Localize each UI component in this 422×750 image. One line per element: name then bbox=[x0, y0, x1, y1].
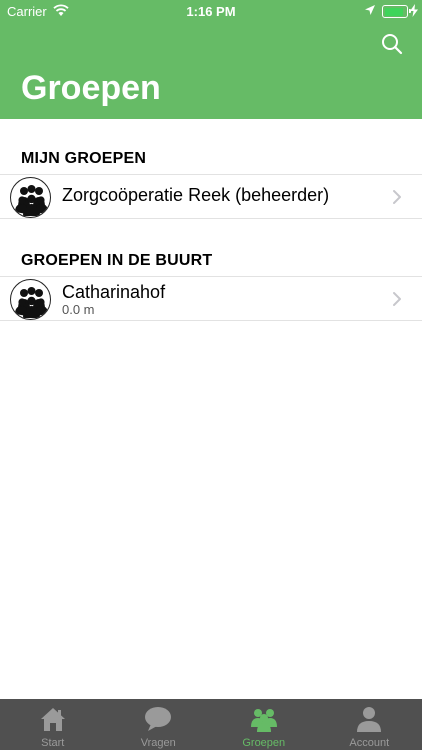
status-bar: Carrier 1:16 PM bbox=[0, 0, 422, 24]
list-item[interactable]: Catharinahof 0.0 m bbox=[0, 276, 422, 321]
group-name: Zorgcoöperatie Reek (beheerder) bbox=[62, 185, 330, 205]
section-header-nearby-groups: GROEPEN IN DE BUURT bbox=[21, 252, 213, 269]
search-icon[interactable] bbox=[381, 33, 403, 55]
tab-groepen[interactable]: Groepen bbox=[211, 699, 317, 750]
tab-bar: Start Vragen Groepen Account bbox=[0, 699, 422, 750]
group-avatar-icon bbox=[10, 279, 51, 320]
section-header-my-groups: MIJN GROEPEN bbox=[21, 150, 147, 167]
chevron-right-icon bbox=[393, 190, 401, 204]
groups-icon bbox=[250, 709, 277, 732]
battery-icon bbox=[382, 5, 411, 18]
chevron-right-icon bbox=[393, 292, 401, 306]
group-name: Catharinahof bbox=[62, 282, 166, 302]
list-item[interactable]: Zorgcoöperatie Reek (beheerder) bbox=[0, 174, 422, 219]
tab-label: Account bbox=[349, 737, 390, 749]
location-arrow-icon bbox=[365, 5, 375, 15]
charging-bolt-icon bbox=[410, 4, 418, 17]
tab-label: Start bbox=[41, 737, 65, 749]
page-title: Groepen bbox=[21, 69, 161, 107]
group-list: MIJN GROEPEN Zorgcoöperatie Reek (beheer… bbox=[0, 119, 422, 699]
group-distance: 0.0 m bbox=[62, 302, 95, 317]
tab-label: Groepen bbox=[242, 737, 286, 749]
battery-level bbox=[384, 7, 404, 16]
navigation-header: Groepen bbox=[0, 24, 422, 119]
group-avatar-icon bbox=[10, 177, 51, 218]
tab-vragen[interactable]: Vragen bbox=[106, 699, 212, 750]
person-icon bbox=[357, 707, 382, 732]
tab-start[interactable]: Start bbox=[0, 699, 106, 750]
tab-label: Vragen bbox=[140, 737, 176, 749]
tab-account[interactable]: Account bbox=[317, 699, 422, 750]
chat-bubble-icon bbox=[145, 707, 172, 731]
home-icon bbox=[40, 708, 65, 731]
clock: 1:16 PM bbox=[186, 4, 236, 19]
